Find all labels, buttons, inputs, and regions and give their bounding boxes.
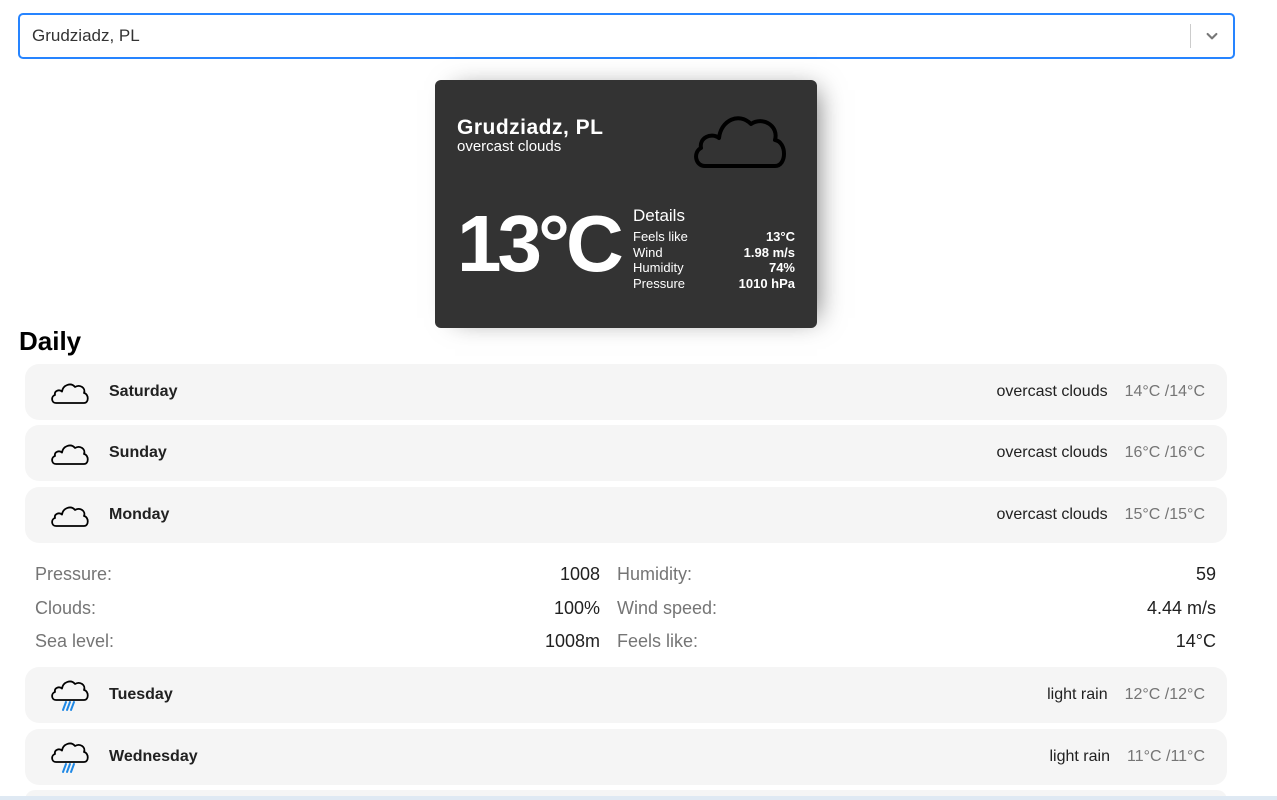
search-value[interactable]: Grudziadz, PL — [20, 26, 1190, 46]
details-panel: Details Feels like 13°C Wind 1.98 m/s Hu… — [633, 206, 795, 291]
day-description: overcast clouds — [996, 444, 1108, 461]
expanded-day-details: Pressure: 1008 Humidity: 59 Clouds: 100%… — [35, 558, 1217, 659]
detail-value: 13°C — [765, 229, 795, 244]
detail-row-pressure: Pressure 1010 hPa — [633, 276, 795, 292]
day-temperature: 15°C /15°C — [1124, 506, 1205, 523]
current-weather-card: Grudziadz, PL overcast clouds 13°C Detai… — [435, 80, 817, 328]
detail-label: Humidity — [633, 260, 684, 275]
day-description: overcast clouds — [996, 383, 1108, 400]
detail-label: Humidity: — [617, 564, 693, 585]
details-title: Details — [633, 206, 685, 225]
day-name: Tuesday — [109, 686, 173, 703]
detail-label: Sea level: — [35, 631, 115, 652]
day-row-saturday[interactable]: Saturday overcast clouds 14°C /14°C — [25, 364, 1227, 420]
detail-row-feels-like: Feels like 13°C — [633, 229, 795, 245]
detail-value: 1010 hPa — [738, 275, 795, 291]
day-temperature: 16°C /16°C — [1124, 444, 1205, 461]
detail-value: 74% — [768, 260, 795, 275]
detail-value: 1008 — [559, 564, 600, 585]
detail-value: 1008m — [544, 631, 600, 652]
detail-label: Clouds: — [35, 597, 97, 618]
day-temperature: 11°C /11°C — [1126, 748, 1205, 765]
cloud-icon — [51, 506, 89, 527]
day-row-tuesday[interactable]: Tuesday light rain 12°C /12°C — [25, 667, 1227, 723]
day-description: light rain — [1049, 748, 1110, 765]
detail-feels-like: Feels like: 14°C — [617, 625, 1216, 659]
rain-cloud-icon — [51, 742, 89, 773]
city-search-select[interactable]: Grudziadz, PL — [19, 14, 1234, 58]
detail-value: 59 — [1195, 564, 1216, 585]
detail-label: Pressure — [633, 275, 686, 291]
detail-label: Wind speed: — [617, 597, 718, 618]
day-row-sunday[interactable]: Sunday overcast clouds 16°C /16°C — [25, 425, 1227, 481]
day-description: overcast clouds — [996, 506, 1108, 523]
detail-label: Feels like: — [617, 631, 699, 652]
detail-value: 4.44 m/s — [1146, 597, 1216, 618]
rain-cloud-icon — [51, 680, 89, 711]
current-description: overcast clouds — [457, 138, 562, 155]
detail-row-humidity: Humidity 74% — [633, 260, 795, 276]
current-city: Grudziadz, PL — [457, 116, 604, 139]
detail-label: Feels like — [633, 229, 688, 244]
detail-value: 1.98 m/s — [743, 244, 795, 260]
day-temperature: 12°C /12°C — [1124, 686, 1205, 703]
day-temperature: 14°C /14°C — [1124, 383, 1205, 400]
detail-sea-level: Sea level: 1008m — [35, 625, 600, 659]
day-row-monday[interactable]: Monday overcast clouds 15°C /15°C — [25, 487, 1227, 543]
daily-heading: Daily — [19, 326, 82, 356]
horizontal-scrollbar[interactable] — [0, 796, 1277, 800]
current-temperature: 13°C — [457, 199, 624, 288]
detail-value: 100% — [553, 597, 600, 618]
chevron-down-icon[interactable] — [1191, 15, 1233, 57]
detail-label: Wind — [633, 244, 663, 260]
detail-clouds: Clouds: 100% — [35, 592, 600, 626]
day-name: Saturday — [109, 383, 178, 400]
day-name: Sunday — [109, 444, 167, 461]
day-name: Wednesday — [109, 748, 198, 765]
detail-pressure: Pressure: 1008 — [35, 558, 600, 592]
cloud-icon — [51, 383, 89, 404]
cloud-icon — [694, 116, 786, 168]
detail-row-wind: Wind 1.98 m/s — [633, 245, 795, 261]
day-name: Monday — [109, 506, 170, 523]
cloud-icon — [51, 444, 89, 465]
detail-wind-speed: Wind speed: 4.44 m/s — [617, 592, 1216, 626]
detail-value: 14°C — [1175, 631, 1216, 652]
day-description: light rain — [1047, 686, 1108, 703]
detail-humidity: Humidity: 59 — [617, 558, 1216, 592]
day-row-wednesday[interactable]: Wednesday light rain 11°C /11°C — [25, 729, 1227, 785]
detail-label: Pressure: — [35, 564, 113, 585]
